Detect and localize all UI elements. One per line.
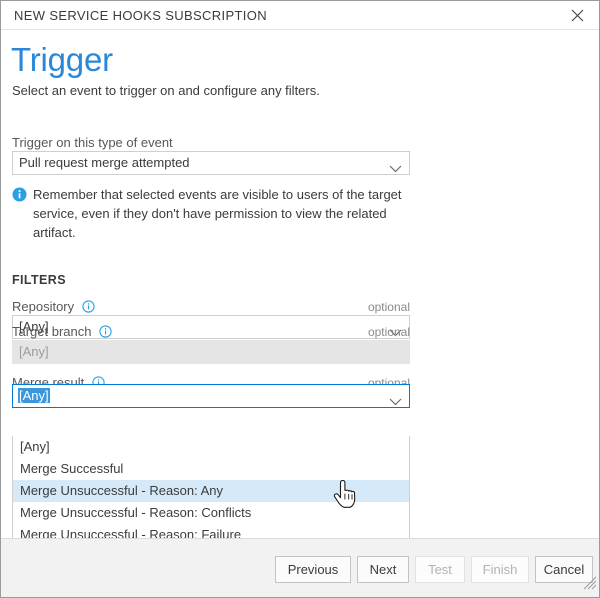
target-branch-combobox: [Any] [12, 340, 410, 364]
dropdown-option[interactable]: Merge Unsuccessful - Reason: Any [13, 480, 409, 502]
dropdown-option[interactable]: Merge Unsuccessful - Reason: Failure [13, 524, 409, 538]
info-circle-icon[interactable] [99, 325, 112, 341]
previous-button[interactable]: Previous [275, 556, 351, 583]
dialog-window: NEW SERVICE HOOKS SUBSCRIPTION Trigger S… [0, 0, 600, 598]
info-filled-icon [12, 187, 27, 207]
filters-heading: FILTERS [12, 273, 66, 287]
close-icon [571, 9, 583, 21]
dropdown-option[interactable]: Merge Successful [13, 458, 409, 480]
dropdown-option[interactable]: Merge Unsuccessful - Reason: Conflicts [13, 502, 409, 524]
event-type-label: Trigger on this type of event [12, 135, 173, 150]
event-type-combobox[interactable]: Pull request merge attempted [12, 151, 410, 175]
next-button[interactable]: Next [357, 556, 409, 583]
dialog-footer: Previous Next Test Finish Cancel [1, 538, 599, 597]
dropdown-option[interactable]: [Any] [13, 436, 409, 458]
close-button[interactable] [555, 1, 599, 29]
repository-optional-tag: optional [367, 300, 410, 314]
resize-grip[interactable] [581, 574, 597, 595]
repository-label-text: Repository [12, 299, 75, 314]
target-branch-label-text: Target branch [12, 324, 92, 339]
target-branch-optional-tag: optional [367, 325, 410, 339]
merge-result-dropdown-list[interactable]: [Any] Merge Successful Merge Unsuccessfu… [12, 436, 410, 538]
target-branch-value: [Any] [19, 344, 49, 359]
title-bar: NEW SERVICE HOOKS SUBSCRIPTION [1, 1, 599, 30]
dialog-content: Trigger Select an event to trigger on an… [1, 30, 599, 538]
chevron-down-icon[interactable] [389, 393, 402, 411]
info-banner-text: Remember that selected events are visibl… [33, 187, 402, 240]
target-branch-label: Target branch [12, 324, 112, 341]
info-circle-icon[interactable] [82, 300, 95, 316]
merge-result-value: [Any] [18, 388, 50, 403]
merge-result-combobox[interactable]: [Any] [12, 384, 410, 408]
page-title: Trigger [11, 41, 113, 78]
repository-label: Repository [12, 299, 95, 316]
chevron-down-icon [389, 160, 402, 178]
finish-button: Finish [471, 556, 529, 583]
event-type-value: Pull request merge attempted [19, 155, 190, 170]
test-button: Test [415, 556, 465, 583]
window-title: NEW SERVICE HOOKS SUBSCRIPTION [14, 8, 267, 23]
page-subtitle: Select an event to trigger on and config… [12, 83, 320, 98]
